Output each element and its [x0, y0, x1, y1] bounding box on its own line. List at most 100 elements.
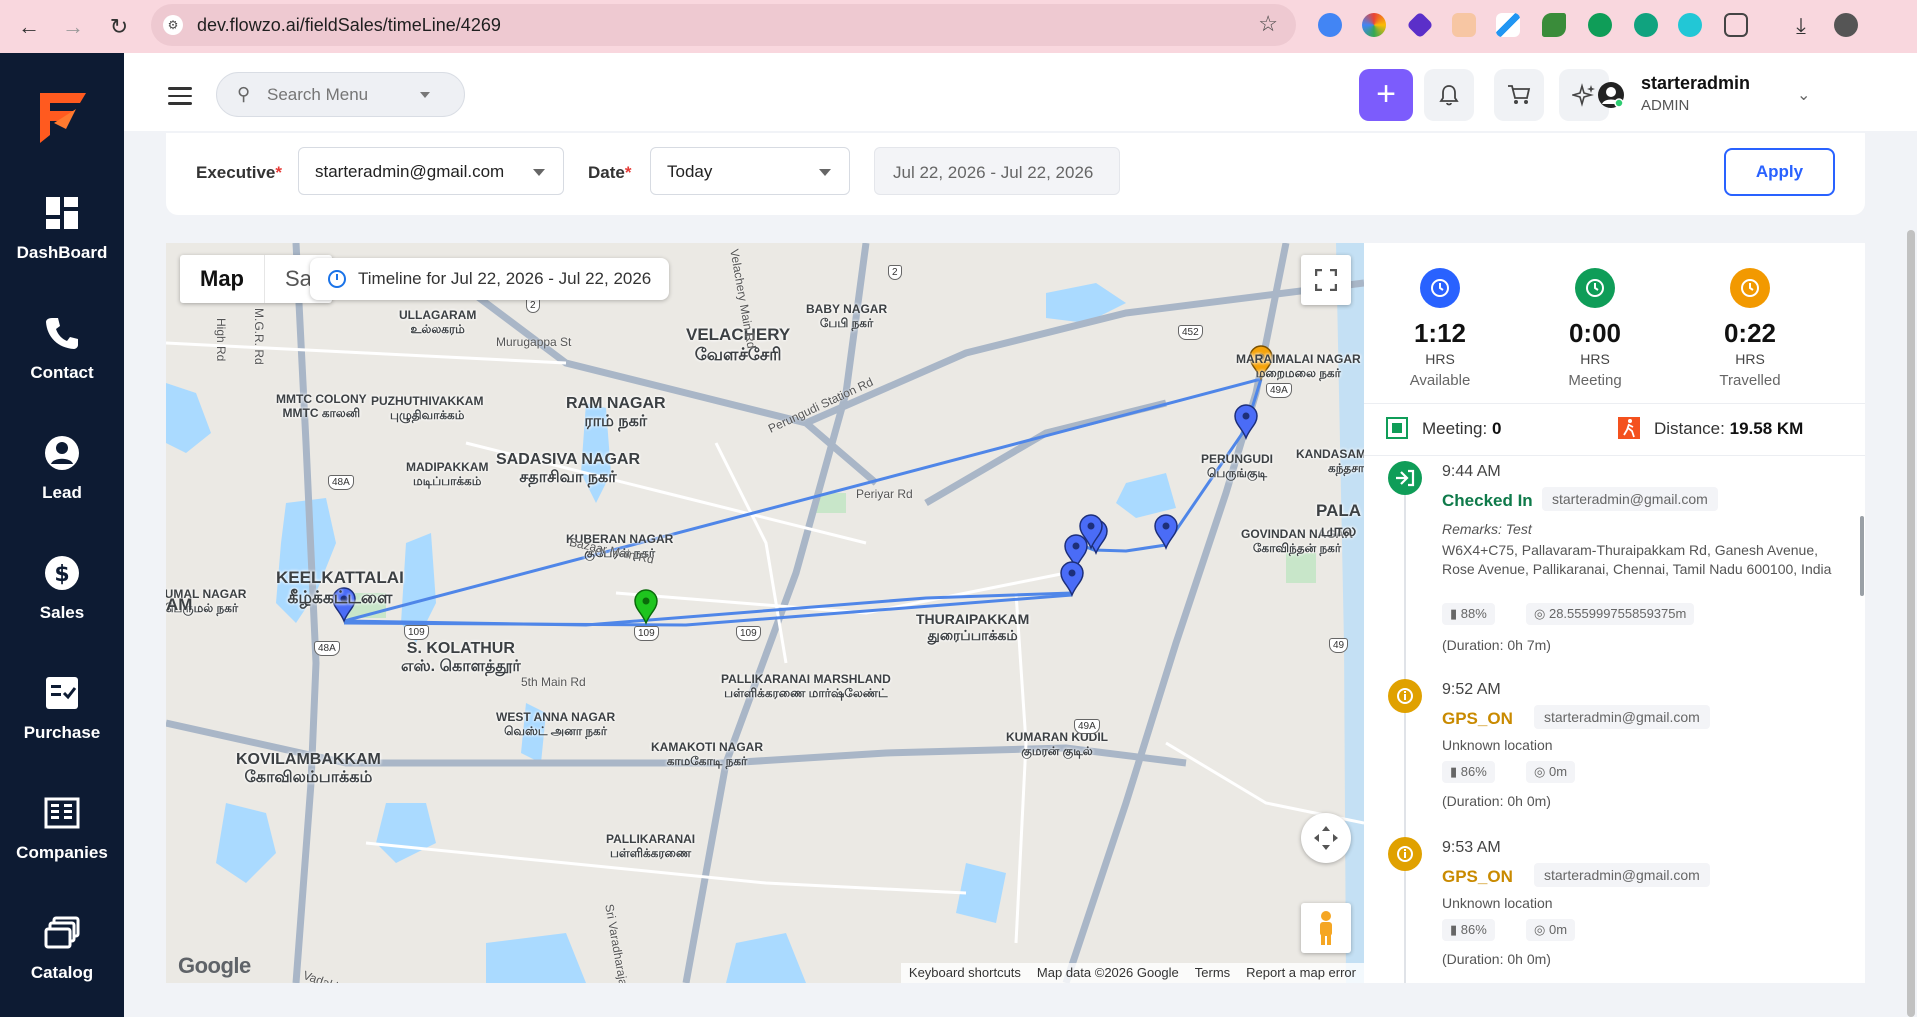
battery-chip: ▮ 88%	[1442, 603, 1495, 625]
route-shield: 49	[1329, 638, 1349, 653]
date-range-field[interactable]: Jul 22, 2026 - Jul 22, 2026	[874, 147, 1120, 195]
place-label: RAM NAGAR ராம் நகர்	[566, 395, 666, 431]
terms-link[interactable]: Terms	[1195, 965, 1230, 981]
clock-icon	[1575, 268, 1615, 308]
battery-chip: ▮ 86%	[1442, 761, 1495, 783]
place-label: PUZHUTHIVAKKAM புழுதிவாக்கம்	[371, 394, 484, 422]
keyboard-shortcuts-link[interactable]: Keyboard shortcuts	[909, 965, 1021, 981]
extensions-puzzle-icon[interactable]	[1724, 13, 1748, 37]
search-icon: ⚲	[237, 84, 251, 104]
sidebar-item-purchase[interactable]: Purchase	[0, 675, 124, 765]
entry-address: W6X4+C75, Pallavaram-Thuraipakkam Rd, Ga…	[1442, 542, 1832, 577]
fullscreen-button[interactable]	[1301, 255, 1351, 305]
stat-meeting: 0:00 HRS Meeting	[1535, 268, 1655, 389]
stat-unit: HRS	[1425, 351, 1455, 367]
tab-map[interactable]: Map	[180, 255, 264, 303]
sidebar-item-catalog[interactable]: Catalog	[0, 915, 124, 1005]
route-shield: 2	[888, 265, 902, 280]
stat-value: 0:00	[1568, 318, 1622, 348]
place-label: PALA பால	[1316, 501, 1362, 540]
sidebar-item-companies[interactable]: Companies	[0, 795, 124, 885]
executive-value: starteradmin@gmail.com	[315, 162, 505, 181]
entry-email: starteradmin@gmail.com	[1542, 487, 1718, 511]
extension-icon[interactable]	[1496, 13, 1520, 37]
entry-status: Checked In	[1442, 491, 1533, 510]
url-text[interactable]: dev.flowzo.ai/fieldSales/timeLine/4269	[197, 15, 501, 36]
notifications-button[interactable]	[1424, 69, 1474, 121]
executive-select[interactable]: starteradmin@gmail.com	[298, 147, 564, 195]
walking-icon	[1618, 417, 1640, 439]
user-menu[interactable]: starteradmin ADMIN ⌄	[1597, 71, 1897, 119]
stat-caption: Available	[1409, 372, 1471, 389]
entry-meta: ▮ 88% ◎ 28.555999755859375m	[1442, 603, 1842, 627]
entry-time: 9:52 AM	[1442, 681, 1501, 698]
clock-icon	[1730, 268, 1770, 308]
panel-scrollbar[interactable]	[1860, 516, 1864, 596]
flowzo-logo[interactable]	[36, 87, 90, 150]
download-icon[interactable]: ⤓	[1789, 13, 1813, 38]
site-info-icon[interactable]: ⚙	[163, 15, 183, 35]
user-name: starteradmin	[1641, 73, 1751, 93]
route-shield: 109	[736, 626, 761, 641]
report-error-link[interactable]: Report a map error	[1246, 965, 1356, 981]
app-header: ⚲ + starteradmin ADMIN ⌄	[124, 53, 1917, 131]
sidebar-item-label: Sales	[39, 603, 85, 622]
extension-icon[interactable]	[1406, 11, 1434, 39]
chevron-down-icon	[533, 169, 545, 176]
date-label: Date*	[588, 163, 632, 182]
extension-icon[interactable]	[1678, 13, 1702, 37]
extension-icon[interactable]	[1542, 13, 1566, 37]
reload-icon[interactable]: ↻	[104, 12, 134, 42]
sidebar-item-sales[interactable]: $ Sales	[0, 555, 124, 645]
extension-icon[interactable]	[1588, 13, 1612, 37]
map[interactable]: VELACHERY வேளச்சேரி RAM NAGAR ராம் நகர் SADA…	[166, 243, 1364, 983]
entry-email: starteradmin@gmail.com	[1534, 705, 1710, 729]
map-data-text: Map data ©2026 Google	[1036, 965, 1179, 980]
extension-icon[interactable]	[1362, 13, 1386, 37]
route-shield: 49A	[1074, 719, 1100, 734]
add-button[interactable]: +	[1359, 69, 1413, 121]
timeline-pill: Timeline for Jul 22, 2026 - Jul 22, 2026	[310, 258, 670, 300]
extension-icon[interactable]	[1318, 13, 1342, 37]
entry-address: Unknown location	[1442, 737, 1553, 753]
bookmark-star-icon[interactable]: ☆	[1258, 11, 1278, 37]
date-select[interactable]: Today	[650, 147, 850, 195]
place-label: PERUNGUDI பெருங்குடி	[1201, 452, 1274, 480]
map-attribution: Keyboard shortcuts Map data ©2026 Google…	[900, 963, 1364, 983]
sidebar-item-label: Contact	[30, 363, 94, 382]
sidebar-item-dashboard[interactable]: DashBoard	[0, 195, 124, 285]
place-label: WEST ANNA NAGAR வெஸ்ட் அனா நகர்	[496, 710, 616, 738]
search-input[interactable]	[267, 83, 417, 107]
search-menu[interactable]: ⚲	[216, 72, 465, 117]
fullscreen-icon	[1315, 269, 1337, 291]
chevron-down-icon	[819, 169, 831, 176]
cart-button[interactable]	[1494, 69, 1544, 121]
extension-icon[interactable]	[1452, 13, 1476, 37]
chevron-down-icon[interactable]: ⌄	[1797, 85, 1810, 105]
sidebar-item-lead[interactable]: Lead	[0, 435, 124, 525]
address-bar[interactable]: ⚙ dev.flowzo.ai/fieldSales/timeLine/4269…	[151, 4, 1296, 46]
apply-button[interactable]: Apply	[1724, 148, 1835, 196]
place-label: AM	[166, 595, 193, 614]
chevron-down-icon[interactable]	[420, 92, 430, 98]
route-shield: 48A	[328, 475, 354, 490]
stat-value: 1:12	[1413, 318, 1467, 348]
entry-email: starteradmin@gmail.com	[1534, 863, 1710, 887]
place-label: MADIPAKKAM மடிப்பாக்கம்	[406, 460, 489, 488]
info-icon	[1388, 837, 1422, 871]
street-view-button[interactable]	[1301, 903, 1351, 953]
entry-duration: (Duration: 0h 7m)	[1442, 637, 1551, 653]
extension-icon[interactable]	[1634, 13, 1658, 37]
back-icon[interactable]: ←	[14, 12, 44, 42]
page-scrollbar[interactable]	[1907, 230, 1915, 1017]
stat-unit: HRS	[1735, 351, 1765, 367]
menu-icon[interactable]	[168, 87, 192, 105]
profile-avatar[interactable]	[1834, 13, 1858, 37]
camera-control-button[interactable]	[1301, 813, 1351, 863]
forward-icon[interactable]: →	[58, 12, 88, 42]
road-label: Murugappa St	[496, 335, 572, 349]
user-icon	[45, 436, 79, 470]
route-shield: 2	[526, 298, 540, 313]
place-label: PALLIKARANAI MARSHLAND பள்ளிக்கரணை மார்ஷ்…	[721, 672, 891, 700]
sidebar-item-contact[interactable]: Contact	[0, 315, 124, 405]
